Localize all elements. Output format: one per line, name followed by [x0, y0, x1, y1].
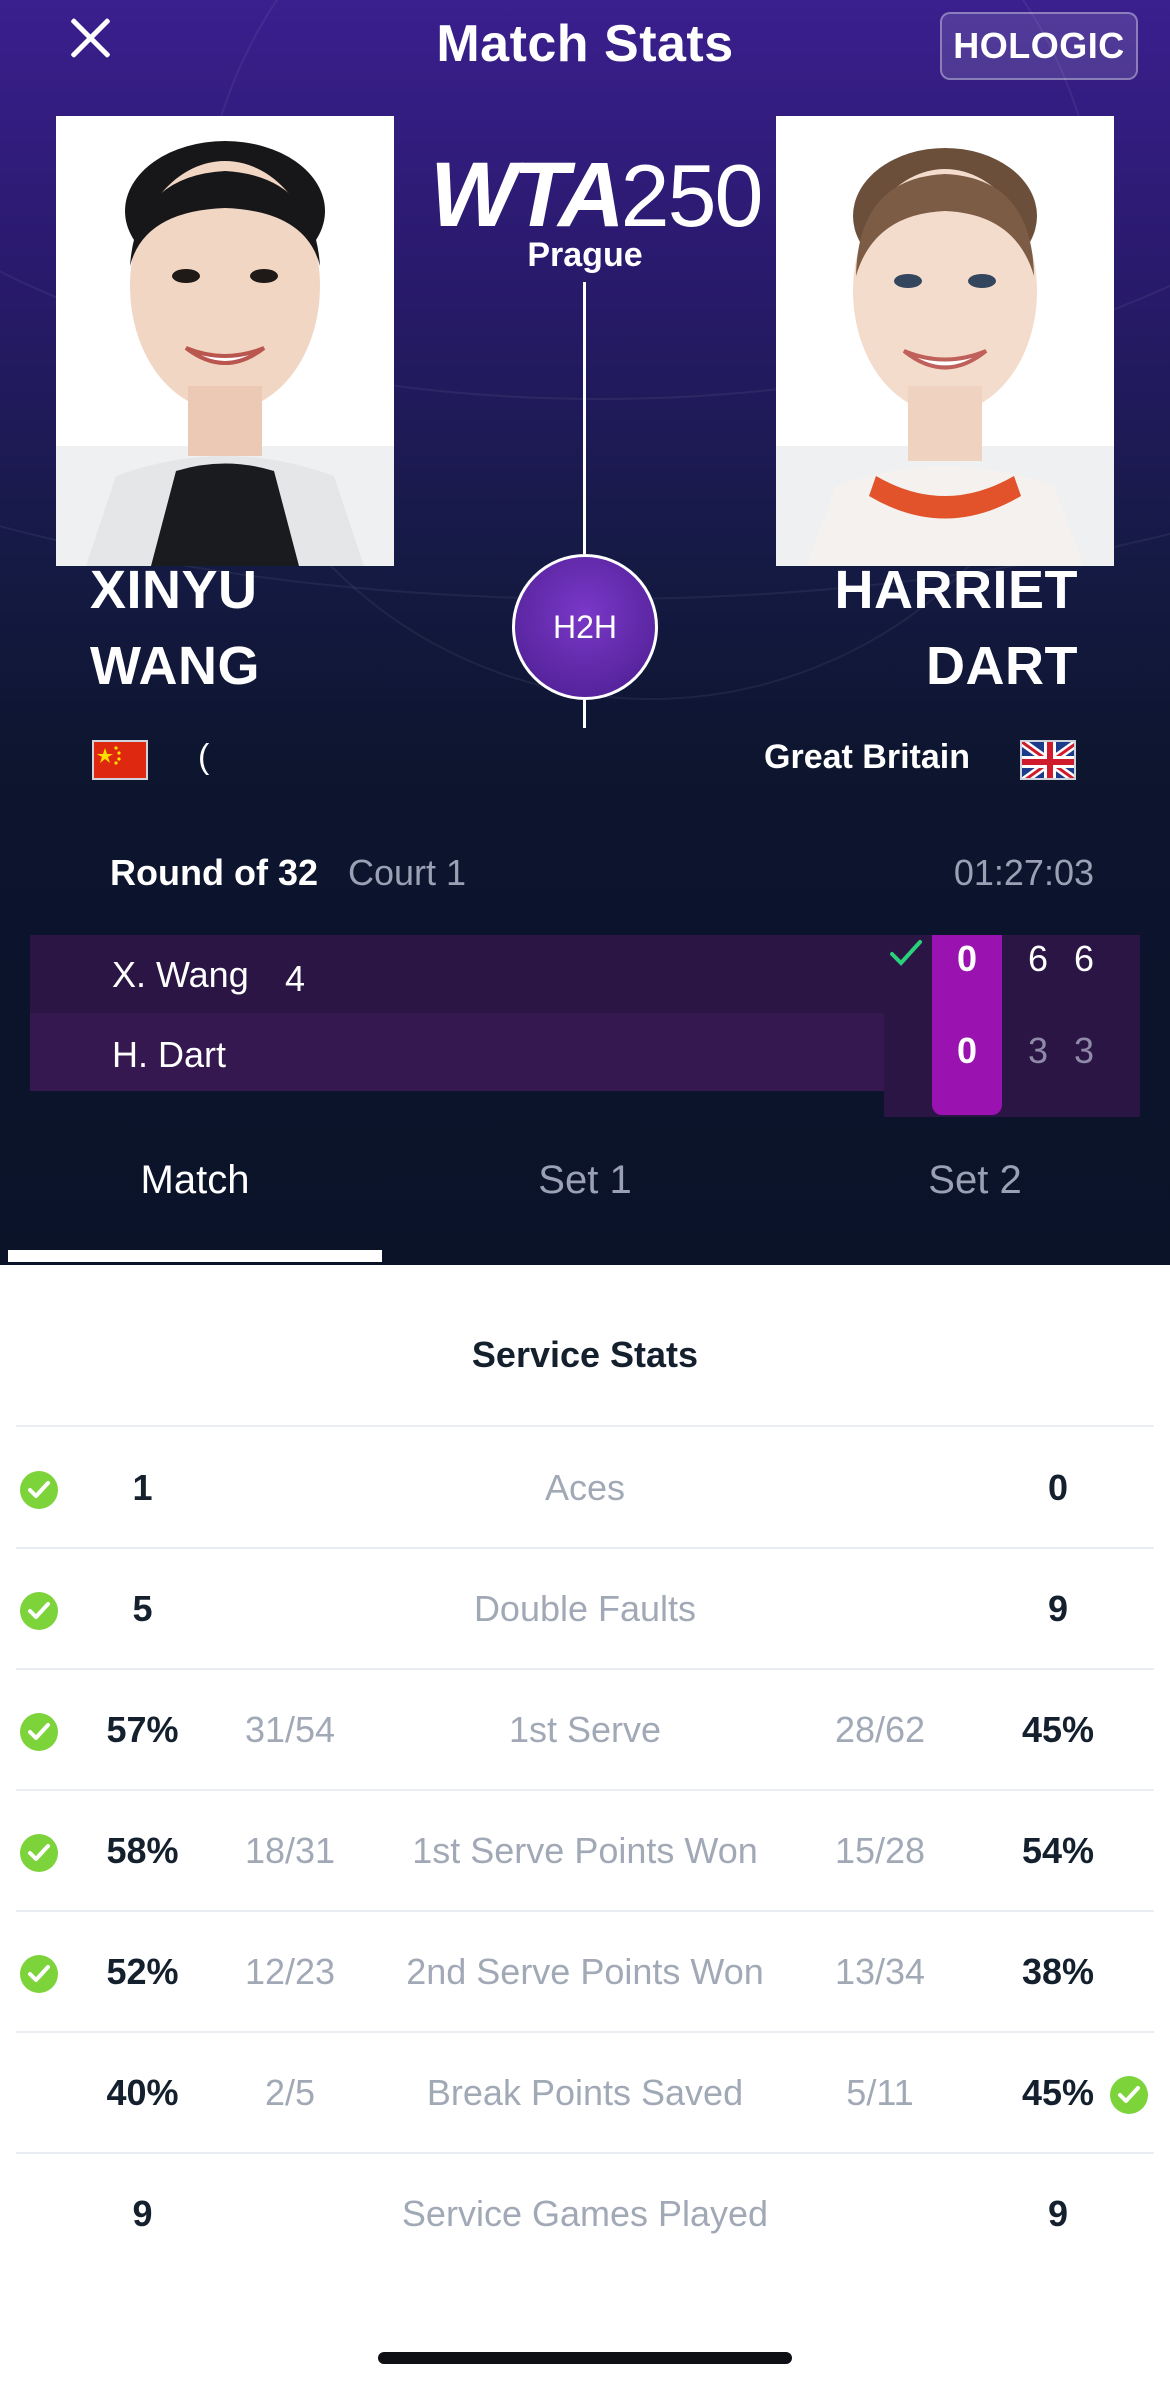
stat-right-detail: 13/34 [834, 1951, 926, 1992]
stat-left-value: 52% [106, 1951, 179, 1992]
country-left-partial: ( [198, 738, 210, 776]
stat-left-detail: 12/23 [244, 1951, 336, 1992]
stat-left-value: 5 [132, 1588, 153, 1629]
stat-right-detail: 15/28 [834, 1830, 926, 1871]
match-duration: 01:27:03 [953, 852, 1094, 893]
player-name-left[interactable]: XINYU WANG [90, 552, 260, 704]
stat-right-value: 45% [1021, 1709, 1095, 1750]
stat-left-value: 1 [132, 1467, 153, 1508]
stat-right-detail: 28/62 [834, 1709, 926, 1750]
home-indicator[interactable] [378, 2352, 792, 2364]
player-photo-dart [776, 116, 1114, 566]
leader-check-icon [20, 1955, 58, 1993]
winner-check-icon [890, 940, 922, 966]
tab-match[interactable]: Match [0, 1158, 390, 1203]
stat-label: 1st Serve [508, 1709, 662, 1750]
stat-row: 40% 2/5 Break Points Saved 5/11 45% [0, 2032, 1170, 2153]
stat-right-value: 9 [1047, 2193, 1069, 2234]
tab-set-2[interactable]: Set 2 [780, 1158, 1170, 1203]
stat-right-detail: 5/11 [846, 2072, 914, 2113]
score-current: 0 [956, 938, 978, 979]
score-current: 0 [956, 1030, 978, 1071]
score-set2: 3 [1073, 1030, 1095, 1071]
stat-left-detail: 18/31 [244, 1830, 336, 1871]
center-divider-line [583, 282, 586, 554]
stat-row: 58% 18/31 1st Serve Points Won 15/28 54% [0, 1790, 1170, 1911]
china-flag-icon [92, 740, 148, 780]
stat-left-detail: 2/5 [264, 2072, 316, 2113]
tab-set-1[interactable]: Set 1 [390, 1158, 780, 1203]
stat-left-value: 58% [106, 1830, 179, 1871]
player-name-right[interactable]: HARRIET DART [835, 552, 1079, 704]
score-player-name: X. Wang [112, 954, 249, 995]
score-game-points: 4 [285, 958, 306, 999]
stat-right-value: 45% [1021, 2072, 1095, 2113]
stat-label: 1st Serve Points Won [412, 1830, 758, 1871]
stat-left-value: 40% [106, 2072, 179, 2113]
player-photo-wang [56, 116, 394, 566]
stat-row: 5 Double Faults 9 [0, 1548, 1170, 1669]
stat-left-detail: 31/54 [244, 1709, 336, 1750]
match-header: Match Stats HOLOGIC WTA250 Prague H2H XI… [0, 0, 1170, 1265]
stat-right-value: 54% [1021, 1830, 1095, 1871]
h2h-button[interactable]: H2H [512, 554, 658, 700]
stat-row: 1 Aces 0 [0, 1427, 1170, 1548]
leader-check-icon [20, 1834, 58, 1872]
active-tab-indicator [8, 1250, 382, 1262]
match-round: Round of 32 [110, 852, 318, 893]
stat-label: Service Games Played [401, 2193, 769, 2234]
match-court: Court 1 [348, 852, 467, 893]
tournament-city: Prague [527, 236, 643, 274]
score-player-name: H. Dart [112, 1034, 227, 1075]
score-set1: 3 [1027, 1030, 1049, 1071]
score-set2: 6 [1073, 938, 1095, 979]
uk-flag-icon [1020, 740, 1076, 780]
stat-label: 2nd Serve Points Won [406, 1951, 764, 1992]
stat-label: Break Points Saved [426, 2072, 744, 2113]
stat-left-value: 9 [132, 2193, 153, 2234]
leader-check-icon [20, 1592, 58, 1630]
country-right: Great Britain [764, 738, 970, 776]
stat-label: Double Faults [473, 1588, 697, 1629]
stat-right-value: 0 [1047, 1467, 1069, 1508]
stat-row: 9 Service Games Played 9 [0, 2153, 1170, 2274]
section-title-service-stats: Service Stats [471, 1334, 699, 1375]
center-divider-line-bottom [583, 700, 586, 728]
leader-check-icon [20, 1713, 58, 1751]
stat-row: 52% 12/23 2nd Serve Points Won 13/34 38% [0, 1911, 1170, 2032]
stat-left-value: 57% [106, 1709, 179, 1750]
score-set1: 6 [1027, 938, 1049, 979]
sponsor-logo[interactable]: HOLOGIC [940, 12, 1138, 80]
stat-right-value: 9 [1047, 1588, 1069, 1629]
wta-logo: WTA250 [430, 144, 763, 246]
stat-right-value: 38% [1021, 1951, 1095, 1992]
leader-check-icon [20, 1471, 58, 1509]
stat-label: Aces [544, 1467, 626, 1508]
stat-row: 57% 31/54 1st Serve 28/62 45% [0, 1669, 1170, 1790]
